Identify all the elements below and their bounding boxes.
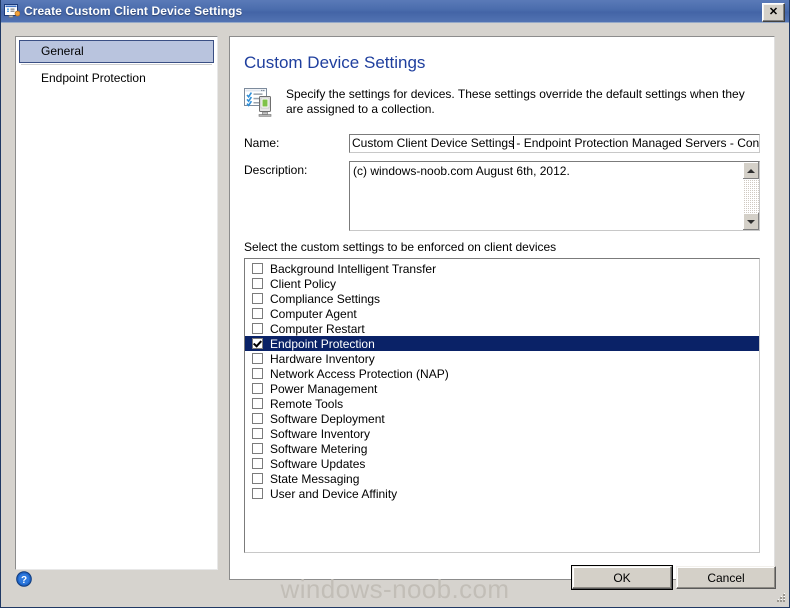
page-description: Specify the settings for devices. These … [286,87,745,116]
checkbox-icon[interactable] [252,473,263,484]
description-label: Description: [244,163,308,177]
settings-nav-panel: General Endpoint Protection [15,36,218,570]
settings-list-item[interactable]: Power Management [245,381,759,396]
settings-list-item-label: Software Updates [270,456,366,471]
settings-list-item-label: Compliance Settings [270,291,381,306]
description-input-value: (c) windows-noob.com August 6th, 2012. [353,164,570,178]
settings-list-item[interactable]: Computer Restart [245,321,759,336]
checkbox-icon[interactable] [252,293,263,304]
checkbox-icon[interactable] [252,458,263,469]
checkbox-icon[interactable] [252,428,263,439]
settings-checkbox-list[interactable]: Background Intelligent Transfer Client Po… [244,258,760,553]
description-scrollbar[interactable] [742,162,759,230]
name-input-value-end: - Endpoint Protection Managed Servers - … [516,136,760,150]
settings-list-item[interactable]: User and Device Affinity [245,486,759,501]
settings-list-item-label: Hardware Inventory [270,351,375,366]
settings-list-item[interactable]: Software Updates [245,456,759,471]
settings-list-item[interactable]: Software Deployment [245,411,759,426]
description-field-row: Description: (c) windows-noob.com August… [244,161,760,231]
checkbox-checked-icon[interactable] [252,338,263,349]
settings-list-item[interactable]: Compliance Settings [245,291,759,306]
settings-list-item-label: Network Access Protection (NAP) [270,366,449,381]
checkbox-icon[interactable] [252,323,263,334]
checkbox-icon[interactable] [252,398,263,409]
checkbox-icon[interactable] [252,353,263,364]
settings-list-item-label: Power Management [270,381,378,396]
settings-list-item[interactable]: Endpoint Protection [245,336,759,351]
settings-list-item-label: Endpoint Protection [270,336,375,351]
settings-list-item-label: Computer Agent [270,306,357,321]
ok-button[interactable]: OK [571,565,673,590]
sidebar-item-label: General [41,44,84,58]
scroll-up-icon[interactable] [743,162,759,179]
settings-list-caption: Select the custom settings to be enforce… [244,240,557,254]
name-field-row: Name: Custom Client Device Settings - En… [244,134,760,153]
settings-list-item-label: Remote Tools [270,396,344,411]
description-input[interactable]: (c) windows-noob.com August 6th, 2012. [349,161,760,231]
settings-list-item-label: User and Device Affinity [270,486,398,501]
settings-list-item[interactable]: Client Policy [245,276,759,291]
sidebar-item-general[interactable]: General [19,40,214,63]
dialog-body: General Endpoint Protection Custom Devic… [1,23,789,607]
settings-list-item[interactable]: Background Intelligent Transfer [245,261,759,276]
settings-list-item-label: Software Deployment [270,411,385,426]
sidebar-item-endpoint-protection[interactable]: Endpoint Protection [19,67,214,90]
device-settings-icon [244,88,276,118]
checkbox-icon[interactable] [252,263,263,274]
name-input-value-start: Custom Client Device Settings [352,136,515,150]
cancel-button[interactable]: Cancel [676,566,776,589]
title-bar: Create Custom Client Device Settings ✕ [1,0,789,23]
settings-list-item[interactable]: Remote Tools [245,396,759,411]
dialog-window: Create Custom Client Device Settings ✕ G… [0,0,790,608]
checkbox-icon[interactable] [252,368,263,379]
settings-list-item[interactable]: Network Access Protection (NAP) [245,366,759,381]
sidebar-divider [21,64,212,65]
settings-list-item-label: Client Policy [270,276,337,291]
checkbox-icon[interactable] [252,308,263,319]
settings-window-icon [4,3,21,19]
settings-list-item-label: State Messaging [270,471,360,486]
checkbox-icon[interactable] [252,488,263,499]
settings-list-item[interactable]: Software Metering [245,441,759,456]
checkbox-icon[interactable] [252,383,263,394]
settings-list-item-label: Software Metering [270,441,368,456]
window-title: Create Custom Client Device Settings [24,4,243,18]
settings-list-item-label: Background Intelligent Transfer [270,261,437,276]
name-label: Name: [244,136,280,150]
settings-list-item[interactable]: State Messaging [245,471,759,486]
dialog-footer: ? windows-noob.com OK Cancel [1,557,789,607]
content-panel: Custom Device Settings Specify the setti… [229,36,775,580]
name-input[interactable]: Custom Client Device Settings - Endpoint… [349,134,760,153]
sidebar-item-label: Endpoint Protection [41,71,146,85]
page-title: Custom Device Settings [244,53,426,72]
page-description-row: Specify the settings for devices. These … [244,87,760,118]
settings-list-item[interactable]: Computer Agent [245,306,759,321]
close-icon[interactable]: ✕ [762,3,785,22]
settings-list-item-label: Software Inventory [270,426,371,441]
settings-list-item[interactable]: Software Inventory [245,426,759,441]
checkbox-icon[interactable] [252,278,263,289]
checkbox-icon[interactable] [252,413,263,424]
settings-list-item-label: Computer Restart [270,321,365,336]
resize-grip[interactable] [774,592,787,605]
settings-list-item[interactable]: Hardware Inventory [245,351,759,366]
scroll-down-icon[interactable] [743,213,759,230]
checkbox-icon[interactable] [252,443,263,454]
